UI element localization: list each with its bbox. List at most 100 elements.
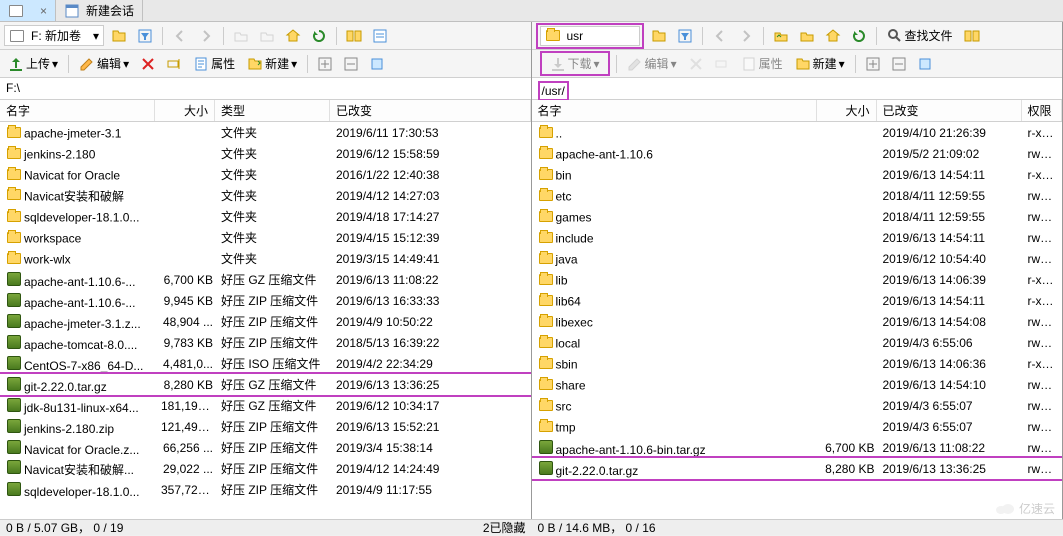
header-size[interactable]: 大小: [817, 100, 877, 121]
properties-button[interactable]: 属性: [189, 55, 239, 72]
root-folder-button[interactable]: [256, 25, 278, 47]
table-row[interactable]: java2019/6/12 10:54:40rwxr-xr-x: [532, 248, 1063, 269]
new-folder-icon: [247, 56, 263, 72]
table-row[interactable]: games2018/4/11 12:59:55rwxr-xr-x: [532, 206, 1063, 227]
table-row[interactable]: apache-jmeter-3.1文件夹2019/6/11 17:30:53: [0, 122, 531, 143]
download-button[interactable]: 下载 ▾: [546, 55, 604, 72]
tab-close-icon[interactable]: ×: [40, 4, 47, 18]
file-name: bin: [534, 166, 819, 183]
table-row[interactable]: share2019/6/13 14:54:10rwxr-xr-x: [532, 374, 1063, 395]
header-changed[interactable]: 已改变: [330, 100, 531, 121]
file-changed: 2019/3/15 14:49:41: [332, 252, 529, 266]
header-name[interactable]: 名字: [532, 100, 817, 121]
tab-local[interactable]: ×: [0, 0, 56, 21]
table-row[interactable]: apache-tomcat-8.0....9,783 KB好压 ZIP 压缩文件…: [0, 332, 531, 353]
table-row[interactable]: include2019/6/13 14:54:11rwxr-xr-x: [532, 227, 1063, 248]
table-row[interactable]: Navicat安装和破解文件夹2019/4/12 14:27:03: [0, 185, 531, 206]
table-row[interactable]: jenkins-2.180文件夹2019/6/12 15:58:59: [0, 143, 531, 164]
table-row[interactable]: Navicat安装和破解...29,022 ...好压 ZIP 压缩文件2019…: [0, 458, 531, 479]
table-row[interactable]: sqldeveloper-18.1.0...文件夹2019/4/18 17:14…: [0, 206, 531, 227]
header-type[interactable]: 类型: [215, 100, 330, 121]
new-button[interactable]: 新建 ▾: [791, 55, 849, 72]
select-all-button[interactable]: [366, 53, 388, 75]
table-row[interactable]: bin2019/6/13 14:54:11r-xr-xr-x: [532, 164, 1063, 185]
header-changed[interactable]: 已改变: [877, 100, 1022, 121]
file-name: sbin: [534, 355, 819, 372]
edit-button[interactable]: 编辑 ▾: [75, 55, 133, 72]
find-files-button[interactable]: 查找文件: [883, 27, 957, 44]
table-row[interactable]: sqldeveloper-18.1.0...357,722...好压 ZIP 压…: [0, 479, 531, 500]
table-row[interactable]: git-2.22.0.tar.gz8,280 KB2019/6/13 13:36…: [532, 458, 1063, 479]
sync-browse-button[interactable]: [961, 25, 983, 47]
table-row[interactable]: ..2019/4/10 21:26:39r-xr-xr-x: [532, 122, 1063, 143]
plus-button[interactable]: [314, 53, 336, 75]
root-folder-button[interactable]: [796, 25, 818, 47]
table-row[interactable]: apache-ant-1.10.6-bin.tar.gz6,700 KB2019…: [532, 437, 1063, 458]
back-button[interactable]: [709, 25, 731, 47]
new-button[interactable]: 新建 ▾: [243, 55, 301, 72]
file-permissions: rwxrwxrwx: [1024, 420, 1061, 434]
header-permissions[interactable]: 权限: [1022, 100, 1063, 121]
filter-button[interactable]: [134, 25, 156, 47]
table-row[interactable]: sbin2019/6/13 14:06:36r-xr-xr-x: [532, 353, 1063, 374]
table-row[interactable]: apache-ant-1.10.6-...9,945 KB好压 ZIP 压缩文件…: [0, 290, 531, 311]
header-size[interactable]: 大小: [155, 100, 215, 121]
compare-button[interactable]: [369, 25, 391, 47]
table-row[interactable]: local2019/4/3 6:55:06rwxr-xr-x: [532, 332, 1063, 353]
local-path: F:\: [6, 81, 20, 95]
delete-button[interactable]: [137, 53, 159, 75]
minus-button[interactable]: [888, 53, 910, 75]
home-button[interactable]: [282, 25, 304, 47]
tab-new-session[interactable]: 新建会话: [56, 0, 143, 21]
table-row[interactable]: apache-ant-1.10.62019/5/2 21:09:02rwxrwx…: [532, 143, 1063, 164]
table-row[interactable]: libexec2019/6/13 14:54:08rwxr-xr-x: [532, 311, 1063, 332]
file-name: include: [534, 229, 819, 246]
home-button[interactable]: [822, 25, 844, 47]
table-row[interactable]: workspace文件夹2019/4/15 15:12:39: [0, 227, 531, 248]
table-row[interactable]: apache-ant-1.10.6-...6,700 KB好压 GZ 压缩文件2…: [0, 269, 531, 290]
table-row[interactable]: jenkins-2.180.zip121,492...好压 ZIP 压缩文件20…: [0, 416, 531, 437]
rename-button[interactable]: [711, 53, 733, 75]
rename-button[interactable]: [163, 53, 185, 75]
table-row[interactable]: etc2018/4/11 12:59:55rwxr-xr-x: [532, 185, 1063, 206]
local-path-bar[interactable]: F:\: [0, 78, 531, 100]
minus-button[interactable]: [340, 53, 362, 75]
select-all-button[interactable]: [914, 53, 936, 75]
forward-button[interactable]: [195, 25, 217, 47]
forward-button[interactable]: [735, 25, 757, 47]
open-folder-button[interactable]: [648, 25, 670, 47]
properties-button[interactable]: 属性: [737, 55, 787, 72]
sync-browse-button[interactable]: [343, 25, 365, 47]
upload-button[interactable]: 上传 ▾: [4, 55, 62, 72]
up-folder-button[interactable]: [230, 25, 252, 47]
remote-drive-highlight: usr: [536, 23, 644, 49]
delete-button[interactable]: [685, 53, 707, 75]
table-row[interactable]: src2019/4/3 6:55:07rwxr-xr-x: [532, 395, 1063, 416]
table-row[interactable]: lib2019/6/13 14:06:39r-xr-xr-x: [532, 269, 1063, 290]
table-row[interactable]: lib642019/6/13 14:54:11r-xr-xr-x: [532, 290, 1063, 311]
file-name: apache-jmeter-3.1: [2, 124, 157, 141]
table-row[interactable]: apache-jmeter-3.1.z...48,904 ...好压 ZIP 压…: [0, 311, 531, 332]
remote-folder-selector[interactable]: usr: [540, 26, 640, 46]
remote-path-bar[interactable]: /usr/: [532, 78, 1063, 100]
table-row[interactable]: CentOS-7-x86_64-D...4,481,0...好压 ISO 压缩文…: [0, 353, 531, 374]
file-permissions: rwxr-xr-x: [1024, 252, 1061, 266]
remote-file-list[interactable]: ..2019/4/10 21:26:39r-xr-xr-xapache-ant-…: [532, 122, 1063, 519]
back-button[interactable]: [169, 25, 191, 47]
filter-button[interactable]: [674, 25, 696, 47]
table-row[interactable]: jdk-8u131-linux-x64...181,192...好压 GZ 压缩…: [0, 395, 531, 416]
table-row[interactable]: work-wlx文件夹2019/3/15 14:49:41: [0, 248, 531, 269]
table-row[interactable]: git-2.22.0.tar.gz8,280 KB好压 GZ 压缩文件2019/…: [0, 374, 531, 395]
drive-selector[interactable]: F: 新加卷 ▾: [4, 25, 104, 46]
edit-button[interactable]: 编辑 ▾: [623, 55, 681, 72]
table-row[interactable]: tmp2019/4/3 6:55:07rwxrwxrwx: [532, 416, 1063, 437]
local-file-list[interactable]: apache-jmeter-3.1文件夹2019/6/11 17:30:53je…: [0, 122, 531, 519]
open-folder-button[interactable]: [108, 25, 130, 47]
refresh-button[interactable]: [308, 25, 330, 47]
table-row[interactable]: Navicat for Oracle.z...66,256 ...好压 ZIP …: [0, 437, 531, 458]
plus-button[interactable]: [862, 53, 884, 75]
table-row[interactable]: Navicat for Oracle文件夹2016/1/22 12:40:38: [0, 164, 531, 185]
refresh-button[interactable]: [848, 25, 870, 47]
up-folder-button[interactable]: [770, 25, 792, 47]
header-name[interactable]: 名字: [0, 100, 155, 121]
